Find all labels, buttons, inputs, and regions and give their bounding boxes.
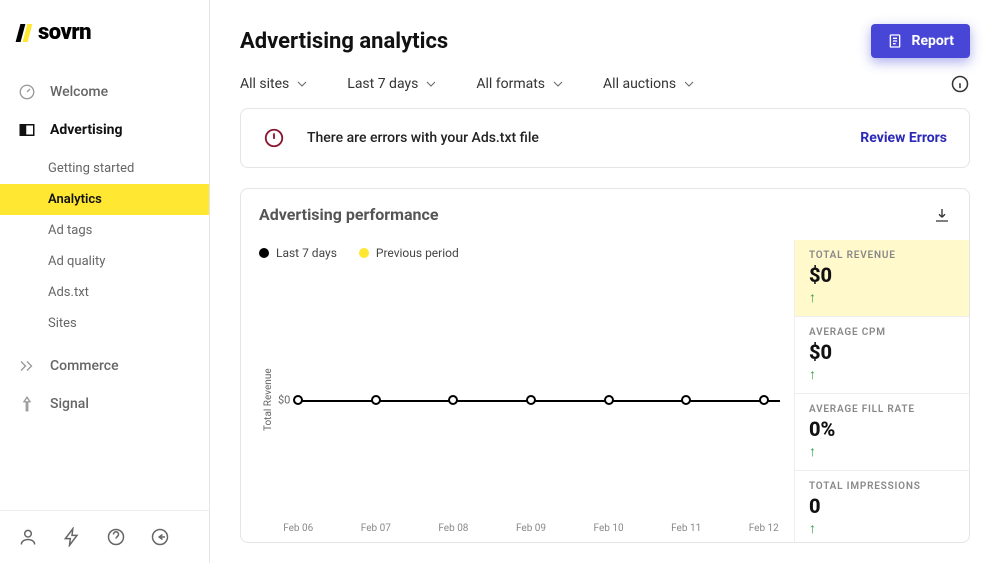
trend-up-icon: ↑: [809, 520, 955, 537]
sidebar: sovrn Welcome Advertising Getting starte…: [0, 0, 210, 563]
stat-label: TOTAL REVENUE: [809, 250, 955, 261]
chevron-down-icon: [553, 79, 563, 89]
document-icon: [887, 33, 903, 49]
stat-card[interactable]: AVERAGE FILL RATE 0% ↑: [795, 394, 969, 471]
help-icon[interactable]: [106, 527, 126, 547]
user-icon[interactable]: [18, 527, 38, 547]
brand-logo[interactable]: sovrn: [0, 0, 209, 73]
stat-card[interactable]: TOTAL IMPRESSIONS 0 ↑: [795, 471, 969, 542]
subnav-ad-quality[interactable]: Ad quality: [0, 246, 209, 277]
subnav-ads-txt[interactable]: Ads.txt: [0, 277, 209, 308]
stat-label: AVERAGE FILL RATE: [809, 404, 955, 415]
chart-area: Last 7 days Previous period Total Revenu…: [241, 240, 794, 542]
chart-legend: Last 7 days Previous period: [259, 246, 784, 260]
stat-label: TOTAL IMPRESSIONS: [809, 481, 955, 492]
advertising-subnav: Getting started Analytics Ad tags Ad qua…: [0, 149, 209, 347]
data-point: [293, 395, 303, 405]
data-point: [371, 395, 381, 405]
subnav-analytics[interactable]: Analytics: [0, 184, 209, 215]
x-tick: Feb 06: [283, 523, 313, 534]
filter-bar: All sites Last 7 days All formats All au…: [240, 74, 970, 94]
subnav-ad-tags[interactable]: Ad tags: [0, 215, 209, 246]
stat-value: 0: [809, 494, 955, 518]
sidebar-footer: [0, 510, 209, 563]
stat-value: $0: [809, 340, 955, 364]
data-point: [604, 395, 614, 405]
signal-icon: [18, 395, 36, 413]
data-point: [681, 395, 691, 405]
data-point: [526, 395, 536, 405]
stat-card[interactable]: AVERAGE CPM $0 ↑: [795, 317, 969, 394]
stat-value: $0: [809, 263, 955, 287]
legend-previous: Previous period: [359, 246, 459, 260]
ads-txt-alert: There are errors with your Ads.txt file …: [240, 108, 970, 168]
x-tick: Feb 08: [438, 523, 468, 534]
gauge-icon: [18, 83, 36, 101]
page-header: Advertising analytics Report All sites L…: [210, 0, 1000, 108]
content-area: There are errors with your Ads.txt file …: [210, 108, 1000, 563]
bolt-icon[interactable]: [62, 527, 82, 547]
chart: Total Revenue $0 Feb 06 Feb 07 Feb 08 Feb 0…: [259, 268, 784, 532]
subnav-getting-started[interactable]: Getting started: [0, 153, 209, 184]
panel-body: Last 7 days Previous period Total Revenu…: [241, 240, 969, 542]
y-axis-label: Total Revenue: [259, 268, 278, 532]
stat-label: AVERAGE CPM: [809, 327, 955, 338]
chevron-down-icon: [684, 79, 694, 89]
primary-nav: Welcome Advertising Getting started Anal…: [0, 73, 209, 510]
report-button[interactable]: Report: [871, 24, 970, 58]
x-tick: Feb 10: [594, 523, 624, 534]
sidebar-item-advertising[interactable]: Advertising: [0, 111, 209, 149]
warning-icon: [263, 127, 285, 149]
filter-daterange[interactable]: Last 7 days: [347, 76, 436, 92]
alert-text: There are errors with your Ads.txt file: [307, 130, 539, 146]
performance-panel: Advertising performance Last 7 days Prev…: [240, 188, 970, 543]
filter-auctions[interactable]: All auctions: [603, 76, 694, 92]
y-tick: $0: [278, 394, 290, 407]
plot-area: $0 Feb 06 Feb 07 Feb 08 Feb 09 Feb 10 Feb 11 F…: [278, 268, 784, 532]
stat-card[interactable]: TOTAL REVENUE $0 ↑: [795, 240, 969, 317]
legend-current: Last 7 days: [259, 246, 337, 260]
sidebar-item-commerce[interactable]: Commerce: [0, 347, 209, 385]
trend-up-icon: ↑: [809, 366, 955, 383]
info-icon[interactable]: [950, 74, 970, 94]
stat-value: 0%: [809, 417, 955, 441]
chevron-down-icon: [426, 79, 436, 89]
data-point: [759, 395, 769, 405]
x-tick: Feb 09: [516, 523, 546, 534]
layout-icon: [18, 121, 36, 139]
main-content: Advertising analytics Report All sites L…: [210, 0, 1000, 563]
trend-up-icon: ↑: [809, 289, 955, 306]
download-icon[interactable]: [933, 206, 951, 224]
brand-name: sovrn: [38, 20, 91, 45]
forward-icon: [18, 357, 36, 375]
filter-sites[interactable]: All sites: [240, 76, 307, 92]
x-tick: Feb 12: [749, 523, 779, 534]
stats-sidebar: TOTAL REVENUE $0 ↑AVERAGE CPM $0 ↑AVERAG…: [794, 240, 969, 542]
subnav-sites[interactable]: Sites: [0, 308, 209, 339]
sidebar-item-welcome[interactable]: Welcome: [0, 73, 209, 111]
panel-header: Advertising performance: [241, 189, 969, 240]
page-title: Advertising analytics: [240, 29, 448, 54]
filter-formats[interactable]: All formats: [476, 76, 563, 92]
sidebar-item-signal[interactable]: Signal: [0, 385, 209, 423]
chevron-down-icon: [297, 79, 307, 89]
logo-icon: [18, 24, 30, 42]
review-errors-link[interactable]: Review Errors: [860, 130, 947, 146]
logout-icon[interactable]: [150, 527, 170, 547]
x-tick: Feb 07: [361, 523, 391, 534]
x-tick: Feb 11: [671, 523, 701, 534]
data-point: [448, 395, 458, 405]
panel-title: Advertising performance: [259, 205, 438, 224]
trend-up-icon: ↑: [809, 443, 955, 460]
